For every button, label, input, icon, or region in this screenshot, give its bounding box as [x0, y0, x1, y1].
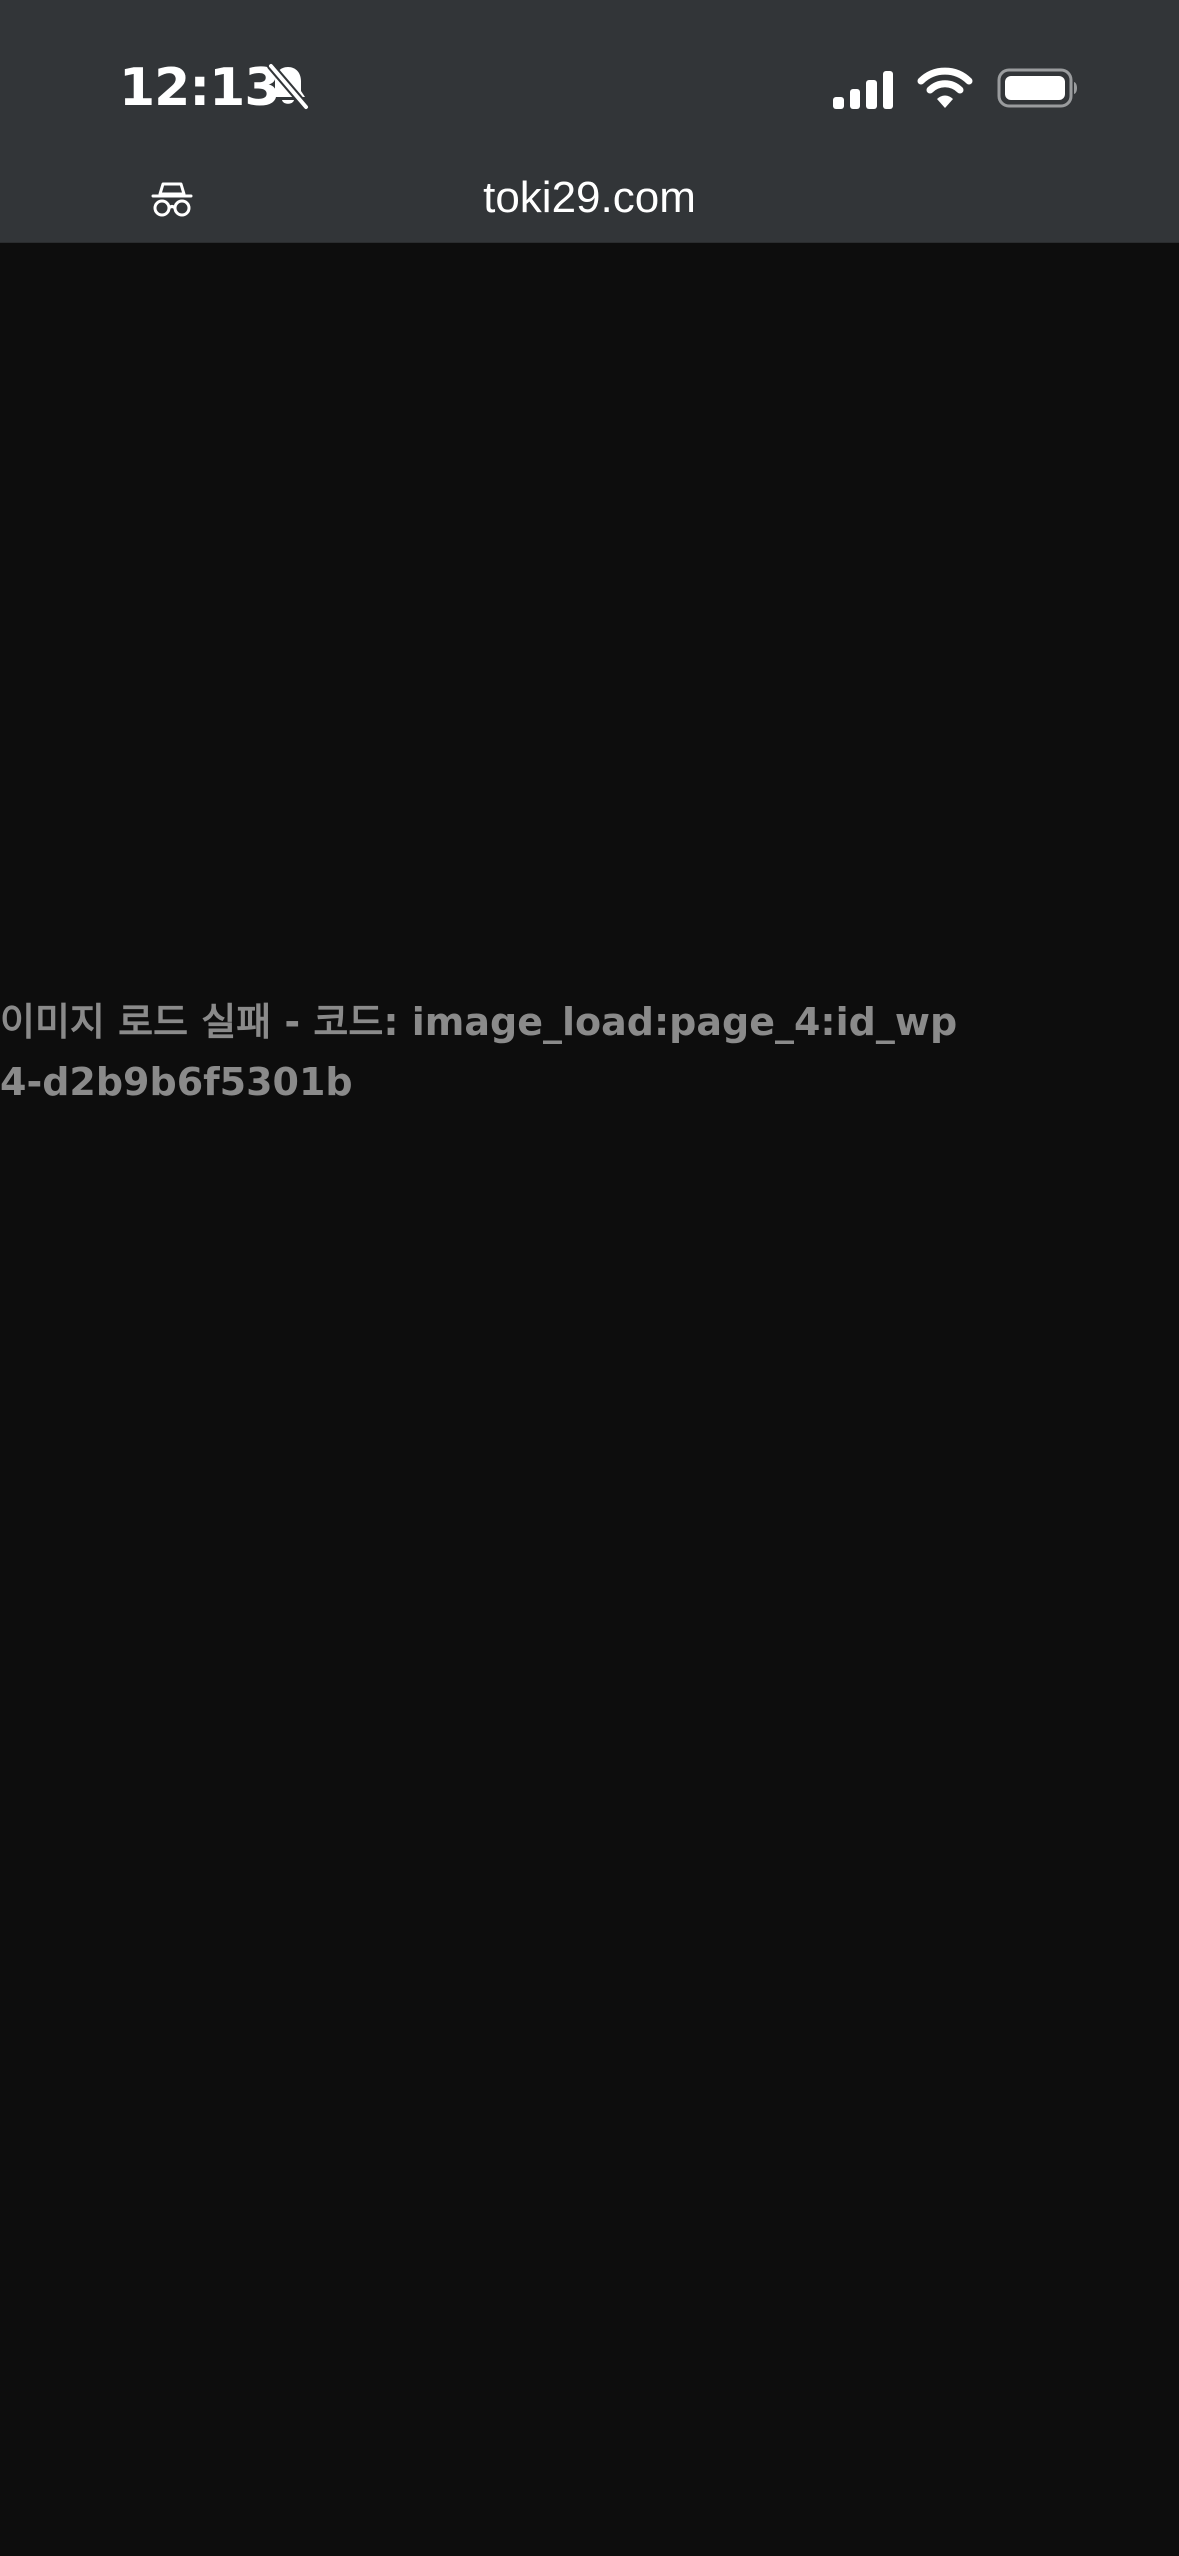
cellular-signal-icon: [833, 67, 893, 109]
image-load-error-message: 이미지 로드 실패 - 코드: image_load:page_4:id_wp4…: [0, 1000, 958, 1104]
battery-icon: [997, 68, 1077, 108]
status-indicators: [833, 58, 1081, 118]
url-text[interactable]: toki29.com: [0, 170, 1179, 226]
wifi-icon: [917, 67, 973, 108]
browser-top-chrome: 12:13 toki29.com: [0, 0, 1179, 243]
address-bar[interactable]: toki29.com: [0, 160, 1179, 236]
bell-slash-icon: [267, 62, 310, 110]
phone-screen: 12:13 toki29.com 이미지 로드 실패 - 코드: image_l…: [0, 0, 1179, 2556]
status-time: 12:13: [119, 58, 281, 118]
page-content: [0, 243, 1179, 2556]
